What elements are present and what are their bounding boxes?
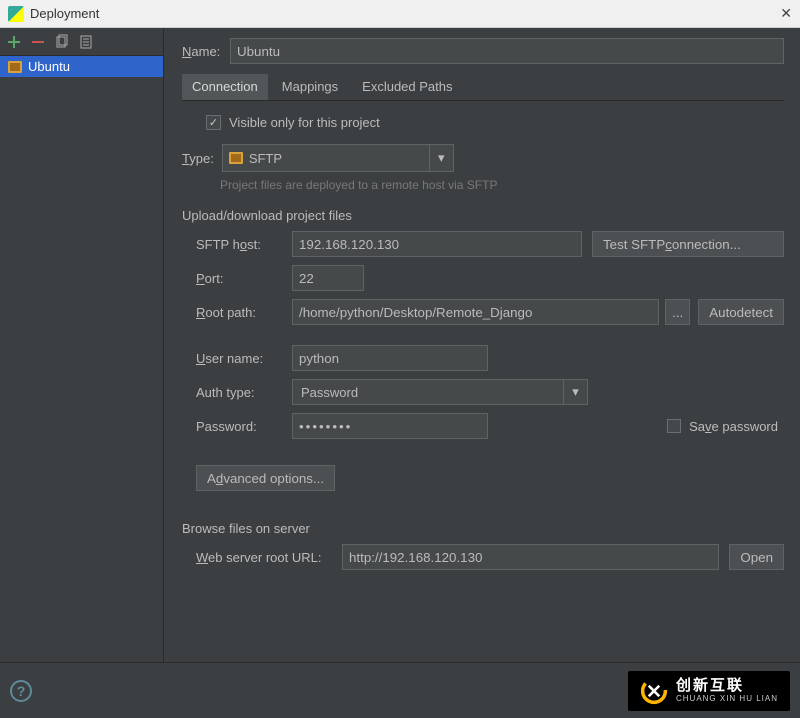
add-icon[interactable] xyxy=(6,34,22,50)
port-label: Port: xyxy=(182,271,292,286)
server-item-label: Ubuntu xyxy=(28,59,70,74)
server-folder-icon xyxy=(8,61,22,73)
auth-type-label: Auth type: xyxy=(182,385,292,400)
brand-logo-icon xyxy=(640,677,668,705)
upload-section-title: Upload/download project files xyxy=(182,208,784,223)
app-icon xyxy=(8,6,24,22)
web-url-input[interactable] xyxy=(342,544,719,570)
type-combo[interactable]: SFTP ▾ xyxy=(222,144,454,172)
type-hint: Project files are deployed to a remote h… xyxy=(182,178,784,192)
open-button[interactable]: Open xyxy=(729,544,784,570)
chevron-down-icon: ▾ xyxy=(563,380,587,404)
port-input[interactable] xyxy=(292,265,364,291)
tab-mappings[interactable]: Mappings xyxy=(272,74,348,100)
visible-only-checkbox[interactable]: ✓ xyxy=(206,115,221,130)
brand-en: CHUANG XIN HU LIAN xyxy=(676,695,778,703)
copy-icon[interactable] xyxy=(54,34,70,50)
visible-only-label: Visible only for this project xyxy=(229,115,380,130)
settings-icon[interactable] xyxy=(78,34,94,50)
server-list: Ubuntu xyxy=(0,56,163,662)
chevron-down-icon: ▾ xyxy=(429,145,453,171)
root-path-input[interactable] xyxy=(292,299,659,325)
bottom-bar: ? 创新互联 CHUANG XIN HU LIAN xyxy=(0,662,800,718)
browse-section-title: Browse files on server xyxy=(182,521,784,536)
type-label: Type: xyxy=(182,151,214,166)
user-label: User name: xyxy=(182,351,292,366)
host-input[interactable] xyxy=(292,231,582,257)
auth-type-value: Password xyxy=(293,385,563,400)
sftp-icon xyxy=(229,152,243,164)
auth-type-combo[interactable]: Password ▾ xyxy=(292,379,588,405)
web-url-label: Web server root URL: xyxy=(182,550,342,565)
server-item-ubuntu[interactable]: Ubuntu xyxy=(0,56,163,77)
sidebar: Ubuntu xyxy=(0,28,164,662)
window-title: Deployment xyxy=(30,6,99,21)
name-label: Name: xyxy=(182,44,230,59)
type-value: SFTP xyxy=(249,151,282,166)
brand-watermark: 创新互联 CHUANG XIN HU LIAN xyxy=(628,671,790,711)
sidebar-toolbar xyxy=(0,28,163,56)
advanced-options-button[interactable]: Advanced options... xyxy=(196,465,335,491)
save-password-checkbox[interactable] xyxy=(667,419,681,433)
user-input[interactable] xyxy=(292,345,488,371)
brand-cn: 创新互联 xyxy=(676,678,778,693)
help-icon[interactable]: ? xyxy=(10,680,32,702)
title-bar: Deployment ✕ xyxy=(0,0,800,28)
root-path-label: Root path: xyxy=(182,305,292,320)
test-connection-button[interactable]: Test SFTP connection... xyxy=(592,231,784,257)
host-label: SFTP host: xyxy=(182,237,292,252)
password-input[interactable] xyxy=(292,413,488,439)
name-input[interactable] xyxy=(230,38,784,64)
tab-connection[interactable]: Connection xyxy=(182,74,268,100)
tab-bar: Connection Mappings Excluded Paths xyxy=(182,74,784,101)
close-icon[interactable]: ✕ xyxy=(780,5,792,22)
autodetect-button[interactable]: Autodetect xyxy=(698,299,784,325)
content-panel: Name: Connection Mappings Excluded Paths… xyxy=(164,28,800,662)
save-password-label: Save password xyxy=(689,419,778,434)
browse-root-button[interactable]: ... xyxy=(665,299,690,325)
tab-excluded-paths[interactable]: Excluded Paths xyxy=(352,74,462,100)
password-label: Password: xyxy=(182,419,292,434)
remove-icon[interactable] xyxy=(30,34,46,50)
